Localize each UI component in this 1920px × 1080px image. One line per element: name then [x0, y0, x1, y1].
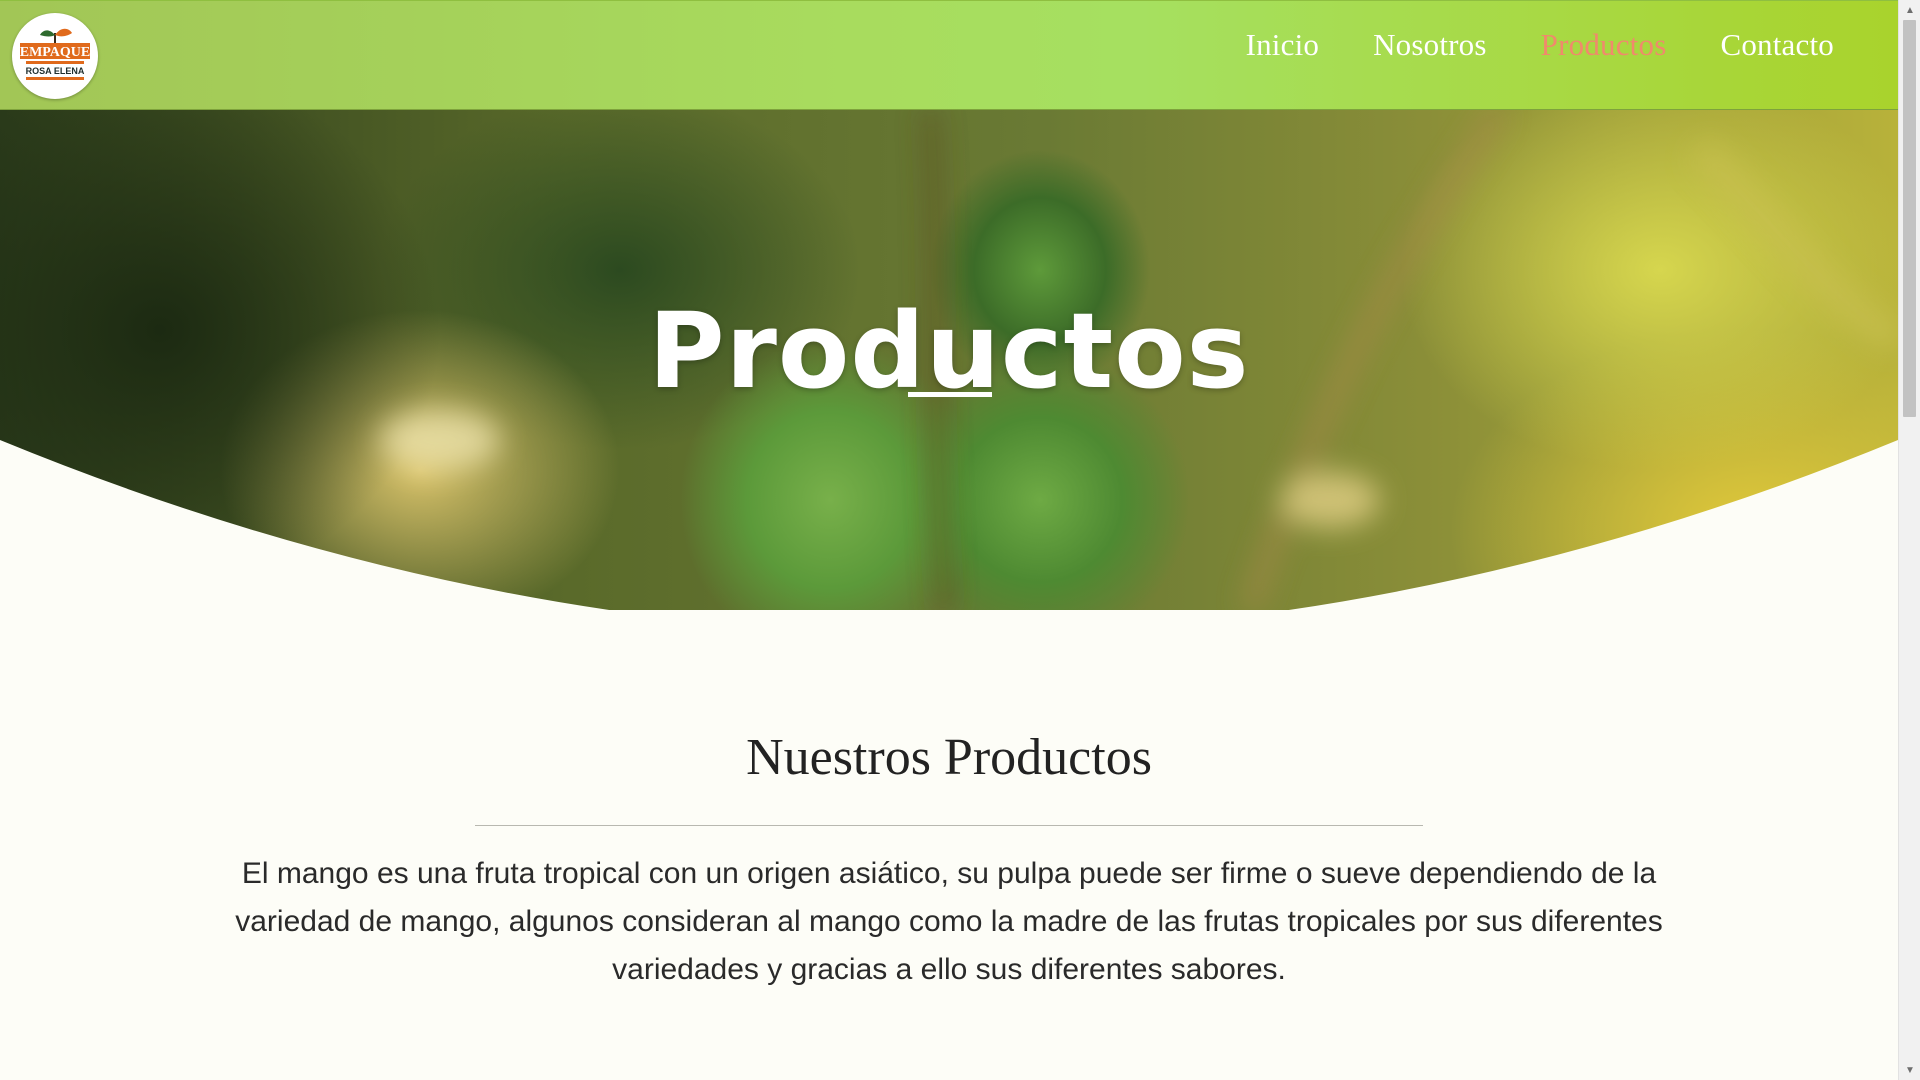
nav-link-nosotros[interactable]: Nosotros: [1373, 27, 1487, 63]
scrollbar-thumb[interactable]: [1903, 20, 1916, 417]
nav-link-productos[interactable]: Productos: [1541, 27, 1667, 63]
nav-link-inicio[interactable]: Inicio: [1246, 27, 1320, 63]
logo-line2: ROSA ELENA: [26, 66, 85, 76]
nav-link-contacto[interactable]: Contacto: [1720, 27, 1834, 63]
logo-icon: EMPAQUE ROSA ELENA: [13, 14, 97, 98]
products-section: Nuestros Productos El mango es una fruta…: [0, 610, 1898, 994]
hero-underline: [908, 392, 992, 397]
navbar: EMPAQUE ROSA ELENA Inicio Nosotros Produ…: [0, 0, 1898, 110]
logo-line1: EMPAQUE: [20, 45, 91, 60]
page-scrollbar[interactable]: ▲ ▼: [1898, 0, 1920, 1080]
page: EMPAQUE ROSA ELENA Inicio Nosotros Produ…: [0, 0, 1898, 1080]
brand-logo[interactable]: EMPAQUE ROSA ELENA: [12, 13, 98, 99]
main-nav: Inicio Nosotros Productos Contacto: [1246, 27, 1834, 63]
hero-banner: Productos: [0, 110, 1898, 610]
section-description: El mango es una fruta tropical con un or…: [235, 857, 1663, 986]
section-title: Nuestros Productos: [746, 729, 1152, 786]
section-divider: [475, 825, 1423, 826]
scroll-up-arrow-icon[interactable]: ▲: [1899, 0, 1920, 20]
scroll-down-arrow-icon[interactable]: ▼: [1899, 1060, 1920, 1080]
